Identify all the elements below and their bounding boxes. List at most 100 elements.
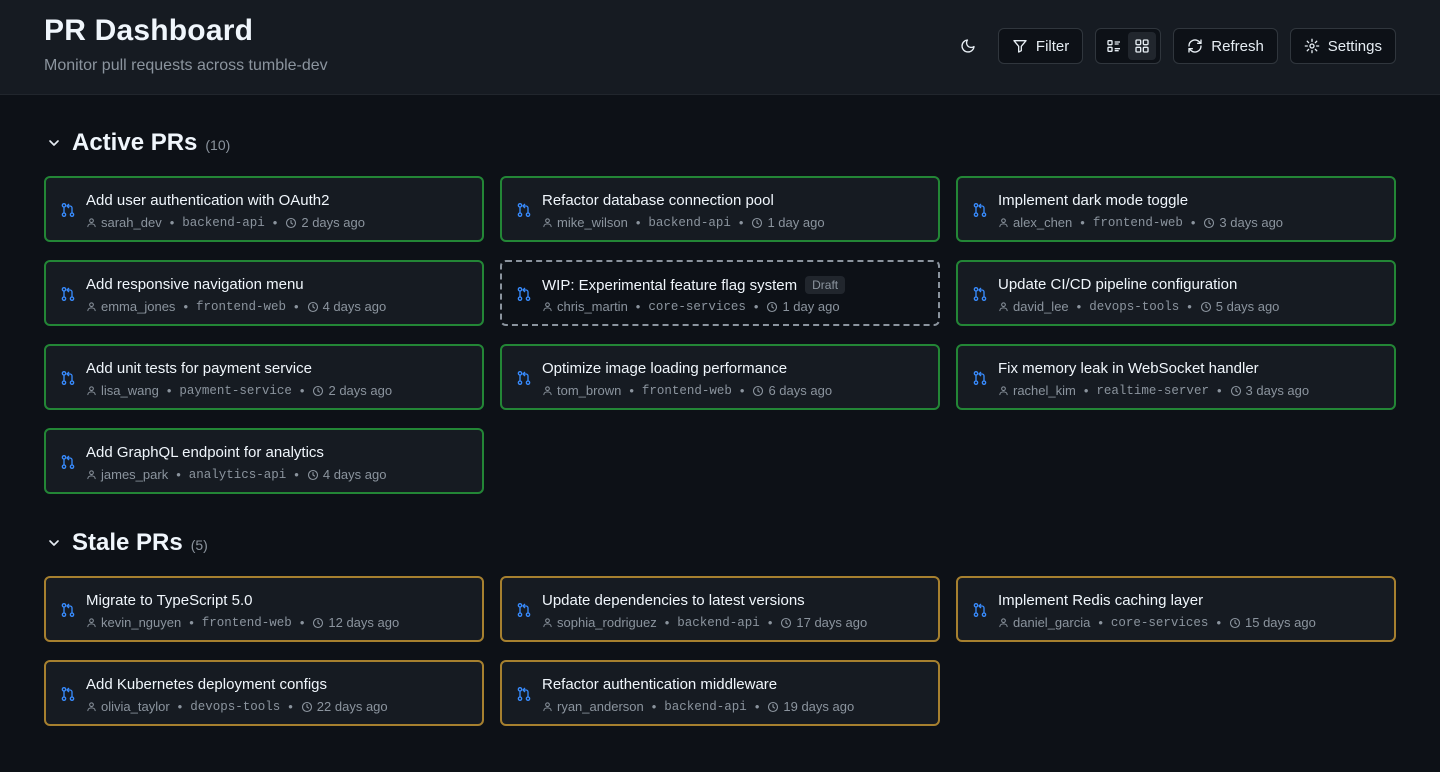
stale-pr-card[interactable]: Implement Redis caching layer daniel_garc…: [956, 576, 1396, 642]
clock-icon: [301, 701, 312, 712]
meta-separator: •: [177, 699, 183, 714]
active-pr-card[interactable]: Add user authentication with OAuth2 sarah…: [44, 176, 484, 242]
grid-view-option[interactable]: [1128, 32, 1157, 60]
list-view-option[interactable]: [1100, 32, 1128, 60]
pr-title: Add Kubernetes deployment configs: [86, 676, 327, 693]
pr-age: 22 days ago: [316, 699, 388, 714]
active-pr-card[interactable]: Optimize image loading performance tom_br…: [500, 344, 940, 410]
active-collapse-toggle[interactable]: [44, 133, 64, 153]
meta-separator: •: [754, 699, 760, 714]
active-pr-card[interactable]: Implement dark mode toggle alex_chen • fron…: [956, 176, 1396, 242]
active-pr-card[interactable]: Update CI/CD pipeline configuration david…: [956, 260, 1396, 326]
pr-author: kevin_nguyen: [101, 615, 182, 630]
clock-icon: [313, 385, 324, 396]
filter-button[interactable]: Filter: [997, 28, 1084, 64]
pr-author: sophia_rodriguez: [557, 615, 657, 630]
meta-separator: •: [183, 299, 188, 314]
refresh-button[interactable]: Refresh: [1173, 28, 1278, 64]
pr-title-row: Add Kubernetes deployment configs: [86, 676, 327, 693]
pr-title: Update dependencies to latest versions: [542, 592, 805, 609]
pr-repo: analytics-api: [188, 467, 287, 482]
page-header: PR Dashboard Monitor pull requests acros…: [0, 0, 1440, 95]
pr-repo: backend-api: [648, 215, 731, 230]
pr-author: olivia_taylor: [101, 699, 170, 714]
meta-separator: •: [1080, 215, 1085, 230]
pr-title: Migrate to TypeScript 5.0: [86, 592, 253, 609]
stale-prs-title: Stale PRs: [72, 529, 183, 556]
pr-repo: core-services: [648, 299, 746, 314]
meta-separator: •: [664, 615, 670, 630]
meta-separator: •: [299, 383, 305, 398]
user-icon: [543, 618, 552, 628]
user-icon: [543, 302, 552, 312]
meta-separator: •: [635, 299, 641, 314]
pull-request-icon: [61, 371, 75, 385]
clock-icon: [1230, 385, 1241, 396]
pr-author: tom_brown: [557, 383, 622, 398]
meta-separator: •: [767, 615, 773, 630]
pull-request-icon: [61, 687, 75, 701]
stale-pr-card[interactable]: Add Kubernetes deployment configs olivia_…: [44, 660, 484, 726]
pr-title: Implement dark mode toggle: [998, 192, 1189, 209]
pr-meta: tom_brown • frontend-web • 6 days ago: [542, 383, 832, 398]
stale-collapse-toggle[interactable]: [44, 533, 64, 553]
active-pr-card[interactable]: Add GraphQL endpoint for analytics james_…: [44, 428, 484, 494]
pr-repo: frontend-web: [641, 383, 732, 398]
pr-title-row: Add responsive navigation menu: [86, 276, 304, 293]
pr-title-row: Update dependencies to latest versions: [542, 592, 805, 609]
user-icon: [999, 218, 1008, 228]
pr-title: Refactor database connection pool: [542, 192, 774, 209]
user-icon: [87, 386, 96, 396]
page-subtitle: Monitor pull requests across tumble-dev: [44, 57, 328, 74]
stale-pr-card[interactable]: Migrate to TypeScript 5.0 kevin_nguyen • fr…: [44, 576, 484, 642]
pr-title-row: Refactor authentication middleware: [542, 676, 777, 693]
active-pr-card[interactable]: Add responsive navigation menu emma_jones…: [44, 260, 484, 326]
active-pr-card[interactable]: Fix memory leak in WebSocket handler rach…: [956, 344, 1396, 410]
pr-age: 12 days ago: [328, 615, 400, 630]
clock-icon: [313, 617, 324, 628]
view-mode-toggle: [1095, 28, 1162, 64]
filter-icon: [1013, 40, 1027, 53]
pull-request-icon: [517, 287, 531, 301]
user-icon: [543, 218, 552, 228]
settings-button[interactable]: Settings: [1289, 28, 1396, 64]
pr-title: Optimize image loading performance: [542, 360, 788, 377]
user-icon: [543, 702, 552, 712]
meta-separator: •: [189, 615, 194, 630]
pr-repo: backend-api: [677, 615, 760, 630]
meta-separator: •: [1076, 299, 1082, 314]
pr-title: Implement Redis caching layer: [998, 592, 1204, 609]
pr-author: david_lee: [1013, 299, 1069, 314]
pr-age: 4 days ago: [322, 299, 387, 314]
pr-meta: alex_chen • frontend-web • 3 days ago: [998, 215, 1283, 230]
active-pr-card[interactable]: Refactor database connection pool mike_wi…: [500, 176, 940, 242]
meta-separator: •: [1190, 215, 1196, 230]
pr-title: Add GraphQL endpoint for analytics: [86, 444, 324, 461]
meta-separator: •: [272, 215, 278, 230]
user-icon: [87, 218, 96, 228]
pr-author: ryan_anderson: [557, 699, 644, 714]
active-prs-title: Active PRs: [72, 129, 198, 156]
chevron-down-icon: [49, 540, 59, 546]
meta-separator: •: [294, 467, 299, 482]
theme-toggle-button[interactable]: [950, 28, 986, 64]
active-pr-card[interactable]: WIP: Experimental feature flag system Dra…: [500, 260, 940, 326]
gear-icon: [1304, 38, 1320, 54]
pr-title-row: Migrate to TypeScript 5.0: [86, 592, 252, 609]
user-icon: [999, 302, 1008, 312]
pr-meta: rachel_kim • realtime-server • 3 days ago: [998, 383, 1309, 398]
active-pr-card[interactable]: Add unit tests for payment service lisa_w…: [44, 344, 484, 410]
pull-request-icon: [517, 203, 531, 217]
stale-pr-card[interactable]: Update dependencies to latest versions so…: [500, 576, 940, 642]
pr-meta: james_park • analytics-api • 4 days ago: [86, 467, 386, 482]
pr-age: 1 day ago: [782, 299, 840, 314]
pull-request-icon: [61, 455, 75, 469]
pr-title: Refactor authentication middleware: [542, 676, 778, 693]
pr-title: Update CI/CD pipeline configuration: [998, 276, 1238, 293]
user-icon: [999, 386, 1008, 396]
clock-icon: [307, 301, 318, 312]
pr-repo: devops-tools: [190, 699, 281, 714]
pr-title-row: Refactor database connection pool: [542, 192, 774, 209]
moon-icon: [961, 39, 975, 53]
stale-pr-card[interactable]: Refactor authentication middleware ryan_a…: [500, 660, 940, 726]
